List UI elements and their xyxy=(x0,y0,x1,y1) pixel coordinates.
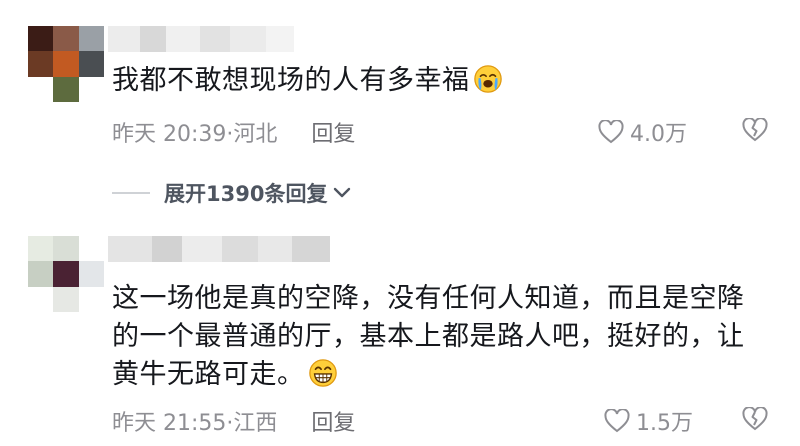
comment-location: ·河北 xyxy=(226,122,278,147)
divider-line xyxy=(112,192,150,194)
comment-text-line: 的一个最普通的厅，基本上都是路人吧，挺好的，让 xyxy=(112,321,745,352)
comment-text-line-last: 黄牛无路可走。 xyxy=(112,356,745,394)
comment-time: 昨天 21:55 xyxy=(112,411,227,436)
avatar[interactable] xyxy=(28,26,104,102)
username-redacted[interactable] xyxy=(108,236,330,262)
broken-heart-icon[interactable] xyxy=(742,118,768,142)
comment-meta: 昨天 20:39 ·河北 回复 xyxy=(112,116,355,148)
like-button[interactable]: 1.5万 xyxy=(604,405,693,437)
comment-location: ·江西 xyxy=(226,411,278,436)
comment-text: 这一场他是真的空降，没有任何人知道，而且是空降 的一个最普通的厅，基本上都是路人… xyxy=(112,280,745,394)
comment-text: 我都不敢想现场的人有多幸福 xyxy=(112,62,503,100)
expand-replies-label: 展开1390条回复 xyxy=(164,182,328,206)
comment-text-content: 黄牛无路可走。 xyxy=(112,359,305,390)
grinning-face-icon xyxy=(308,359,337,387)
comment-time: 昨天 20:39 xyxy=(112,122,227,147)
chevron-down-icon xyxy=(334,187,351,198)
reply-button[interactable]: 回复 xyxy=(311,405,355,437)
comment-text-content: 我都不敢想现场的人有多幸福 xyxy=(112,65,470,96)
like-button[interactable]: 4.0万 xyxy=(598,116,687,148)
broken-heart-icon[interactable] xyxy=(742,407,768,431)
like-count: 1.5万 xyxy=(636,411,693,436)
avatar[interactable] xyxy=(28,236,104,312)
loudly-crying-face-icon xyxy=(473,65,502,93)
comment-text-line: 这一场他是真的空降，没有任何人知道，而且是空降 xyxy=(112,283,745,314)
comment-meta: 昨天 21:55 ·江西 回复 xyxy=(112,405,355,437)
expand-replies-button[interactable]: 展开1390条回复 xyxy=(112,178,351,208)
heart-icon xyxy=(598,120,624,144)
username-redacted[interactable] xyxy=(108,26,294,52)
reply-button[interactable]: 回复 xyxy=(311,116,355,148)
like-count: 4.0万 xyxy=(630,122,687,147)
heart-icon xyxy=(604,409,630,433)
